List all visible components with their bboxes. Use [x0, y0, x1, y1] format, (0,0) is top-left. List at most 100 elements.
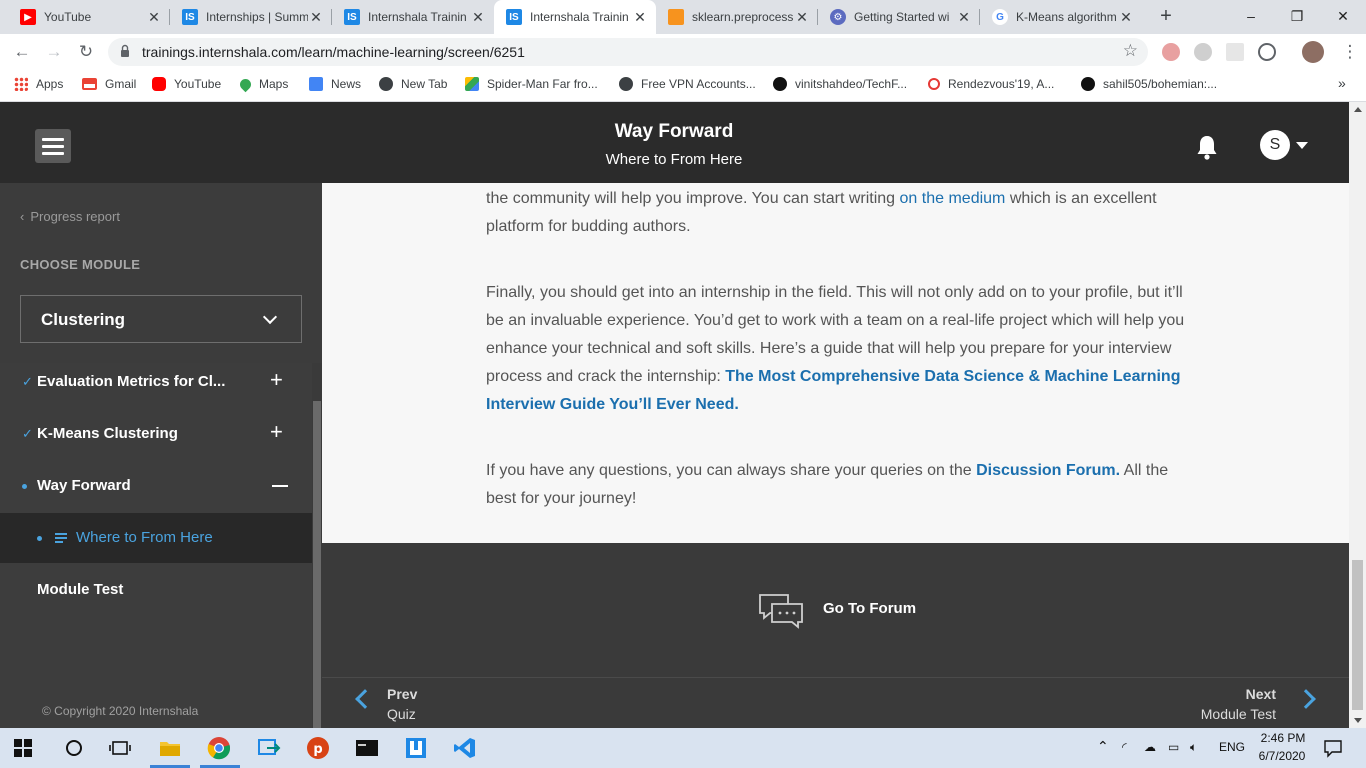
close-tab-icon[interactable]: ✕	[632, 9, 648, 26]
extension-icon[interactable]	[1162, 43, 1180, 61]
browser-tab-getting-started[interactable]: ⚙ Getting Started wi ✕	[818, 0, 980, 34]
terminal-icon[interactable]	[355, 736, 379, 760]
close-tab-icon[interactable]: ✕	[1118, 9, 1134, 26]
bookmark-label: Free VPN Accounts...	[641, 77, 756, 91]
windows-start-icon[interactable]	[14, 739, 32, 757]
bookmarks-overflow-icon[interactable]: »	[1338, 75, 1346, 91]
checkmark-icon: ✓	[22, 374, 33, 389]
battery-icon[interactable]: ▭	[1168, 740, 1179, 754]
postman-icon[interactable]: p	[306, 736, 330, 760]
discussion-forum-link[interactable]: Discussion Forum.	[976, 462, 1120, 479]
bookmark-gmail[interactable]: Gmail	[82, 77, 136, 91]
forward-arrow-icon[interactable]: →	[42, 40, 66, 64]
close-tab-icon[interactable]: ✕	[470, 9, 486, 26]
sidebar-scrollbar[interactable]	[312, 363, 322, 728]
bookmark-spiderman[interactable]: Spider-Man Far fro...	[465, 77, 598, 91]
chevron-down-icon[interactable]	[1296, 142, 1308, 149]
bookmark-vpn[interactable]: Free VPN Accounts...	[619, 77, 756, 91]
new-tab-button[interactable]: +	[1155, 5, 1177, 27]
volume-icon[interactable]: 🔈︎	[1190, 740, 1197, 755]
expand-plus-icon[interactable]: +	[270, 421, 283, 443]
module-select[interactable]: Clustering	[20, 295, 302, 343]
sidebar-item-module-test[interactable]: Module Test	[0, 565, 312, 617]
browser-tab-sklearn[interactable]: sklearn.preprocess ✕	[656, 0, 818, 34]
notifications-icon[interactable]	[1323, 738, 1343, 758]
bookmark-news[interactable]: News	[309, 77, 361, 91]
close-tab-icon[interactable]: ✕	[146, 9, 162, 26]
chrome-menu-icon[interactable]: ⋮	[1338, 40, 1362, 64]
profile-avatar[interactable]	[1302, 41, 1324, 63]
notification-bell-icon[interactable]	[1196, 134, 1218, 160]
prev-target: Quiz	[387, 706, 416, 722]
task-view-icon[interactable]	[108, 736, 132, 760]
medium-link[interactable]: on the medium	[900, 190, 1006, 207]
close-window-button[interactable]: ✕	[1320, 0, 1366, 34]
scrollbar-thumb[interactable]	[1352, 560, 1363, 710]
browser-tab-youtube[interactable]: ▶ YouTube ✕	[8, 0, 170, 34]
extension-icon[interactable]	[1258, 43, 1276, 61]
reload-icon[interactable]: ↻	[74, 40, 98, 64]
file-explorer-icon[interactable]	[158, 736, 182, 760]
progress-report-link[interactable]: ‹ Progress report	[20, 209, 120, 224]
browser-tab-training-1[interactable]: IS Internshala Trainin ✕	[332, 0, 494, 34]
url-text: trainings.internshala.com/learn/machine-…	[142, 44, 525, 60]
app-frame-icon[interactable]	[404, 736, 428, 760]
extension-icon[interactable]	[1194, 43, 1212, 61]
page-scrollbar[interactable]	[1349, 102, 1366, 728]
bookmark-star-icon[interactable]: ☆	[1123, 41, 1138, 61]
clock-time[interactable]: 2:46 PM	[1260, 731, 1306, 745]
github-icon	[1081, 77, 1095, 91]
paragraph-forum: If you have any questions, you can alway…	[486, 462, 1169, 507]
clock-date[interactable]: 6/7/2020	[1254, 749, 1310, 763]
tab-title: K-Means algorithm	[1016, 10, 1117, 24]
chevron-left-icon: ‹	[20, 209, 25, 224]
collapse-minus-icon[interactable]	[272, 485, 288, 487]
current-dot-icon	[37, 536, 42, 541]
search-icon[interactable]	[62, 736, 86, 760]
sidebar-item-label: Way Forward	[37, 477, 131, 494]
back-arrow-icon[interactable]: ←	[10, 40, 34, 64]
browser-tab-training-active[interactable]: IS Internshala Trainin ✕	[494, 0, 656, 34]
browser-tab-kmeans[interactable]: G K-Means algorithm ✕	[980, 0, 1142, 34]
bookmark-github-sahil[interactable]: sahil505/bohemian:...	[1081, 77, 1217, 91]
user-avatar[interactable]: S	[1260, 130, 1290, 160]
close-tab-icon[interactable]: ✕	[794, 9, 810, 26]
sidebar-item-where-to-from-here[interactable]: Where to From Here	[0, 513, 312, 563]
bookmark-github-vinit[interactable]: vinitshahdeo/TechF...	[773, 77, 907, 91]
bookmark-label: New Tab	[401, 77, 448, 91]
close-tab-icon[interactable]: ✕	[308, 9, 324, 26]
scroll-up-arrow-icon[interactable]	[1354, 107, 1362, 112]
cloud-icon[interactable]: ☁	[1144, 740, 1156, 754]
expand-plus-icon[interactable]: +	[270, 369, 283, 391]
chrome-icon[interactable]	[207, 736, 231, 760]
show-hidden-icons-chevron-icon[interactable]: ⌃	[1097, 738, 1109, 755]
sidebar-item-evaluation-metrics[interactable]: ✓ Evaluation Metrics for Cl... +	[0, 357, 312, 409]
hamburger-menu-icon[interactable]	[35, 129, 71, 163]
close-tab-icon[interactable]: ✕	[956, 9, 972, 26]
choose-module-label: CHOOSE MODULE	[20, 257, 141, 272]
bookmark-maps[interactable]: Maps	[237, 76, 288, 92]
maximize-button[interactable]: ❐	[1274, 0, 1320, 34]
sidebar-item-kmeans[interactable]: ✓ K-Means Clustering +	[0, 409, 312, 461]
remote-app-icon[interactable]	[257, 736, 281, 760]
sidebar-item-way-forward[interactable]: Way Forward	[0, 461, 312, 513]
apps-grid-icon	[14, 77, 28, 91]
wifi-icon[interactable]: ◜	[1122, 740, 1127, 754]
tab-title: YouTube	[44, 10, 92, 24]
chat-bubbles-icon[interactable]	[758, 593, 804, 629]
bookmark-rendezvous[interactable]: Rendezvous'19, A...	[928, 77, 1054, 91]
go-to-forum-button[interactable]: Go To Forum	[823, 600, 916, 617]
bookmark-newtab[interactable]: New Tab	[379, 77, 447, 91]
browser-tab-internships[interactable]: IS Internships | Summ ✕	[170, 0, 332, 34]
minimize-button[interactable]: –	[1228, 0, 1274, 34]
rendezvous-icon	[928, 78, 940, 90]
url-field[interactable]: trainings.internshala.com/learn/machine-…	[108, 38, 1148, 66]
bookmark-apps[interactable]: Apps	[14, 77, 63, 91]
copyright-text: © Copyright 2020 Internshala	[42, 704, 199, 718]
extension-icon[interactable]	[1226, 43, 1244, 61]
bookmark-youtube[interactable]: YouTube	[152, 77, 221, 91]
language-indicator[interactable]: ENG	[1219, 740, 1245, 754]
vscode-icon[interactable]	[453, 736, 477, 760]
scroll-down-arrow-icon[interactable]	[1354, 718, 1362, 723]
next-label: Next	[1245, 686, 1276, 702]
